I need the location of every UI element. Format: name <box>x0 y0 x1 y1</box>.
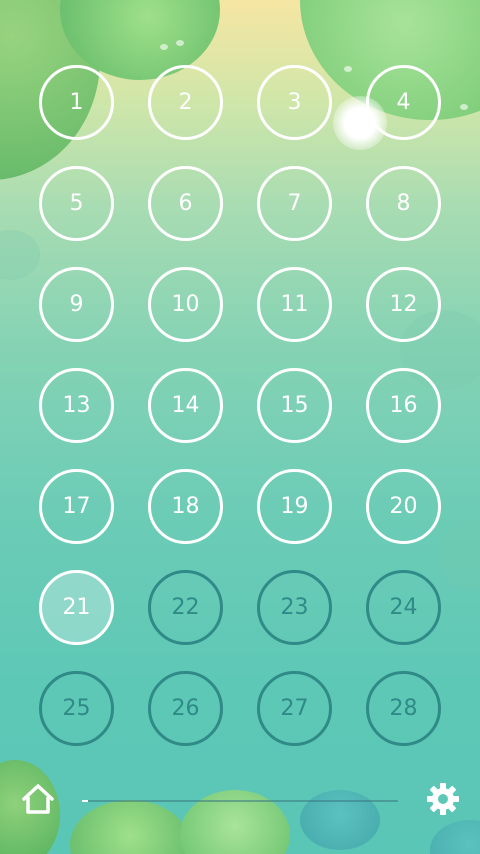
level-6-button[interactable]: 6 <box>148 166 223 241</box>
level-21-button[interactable]: 21 <box>39 570 114 645</box>
level-4-button[interactable]: 4 <box>366 65 441 140</box>
level-14-button[interactable]: 14 <box>148 368 223 443</box>
level-25-button[interactable]: 25 <box>39 671 114 746</box>
level-18-button[interactable]: 18 <box>148 469 223 544</box>
bottom-bar <box>0 775 480 825</box>
level-22-button[interactable]: 22 <box>148 570 223 645</box>
level-27-button[interactable]: 27 <box>257 671 332 746</box>
level-9-button[interactable]: 9 <box>39 267 114 342</box>
level-2-button[interactable]: 2 <box>148 65 223 140</box>
level-16-button[interactable]: 16 <box>366 368 441 443</box>
level-26-button[interactable]: 26 <box>148 671 223 746</box>
water-droplet <box>176 40 184 46</box>
level-12-button[interactable]: 12 <box>366 267 441 342</box>
level-7-button[interactable]: 7 <box>257 166 332 241</box>
level-20-button[interactable]: 20 <box>366 469 441 544</box>
water-droplet <box>460 104 468 110</box>
level-13-button[interactable]: 13 <box>39 368 114 443</box>
home-icon[interactable] <box>20 781 56 817</box>
level-10-button[interactable]: 10 <box>148 267 223 342</box>
level-17-button[interactable]: 17 <box>39 469 114 544</box>
level-23-button[interactable]: 23 <box>257 570 332 645</box>
level-15-button[interactable]: 15 <box>257 368 332 443</box>
gear-icon[interactable] <box>425 781 461 817</box>
progress-track <box>82 800 398 802</box>
level-19-button[interactable]: 19 <box>257 469 332 544</box>
water-droplet <box>160 44 168 50</box>
level-grid: 1 2 3 4 5 6 7 8 9 10 11 12 13 14 15 16 17 18 19 20 21 22 23 24 2… <box>39 65 441 746</box>
level-11-button[interactable]: 11 <box>257 267 332 342</box>
lily-pad <box>440 520 480 590</box>
lily-pad <box>0 230 40 280</box>
progress-fill <box>82 800 89 802</box>
level-3-button[interactable]: 3 <box>257 65 332 140</box>
level-5-button[interactable]: 5 <box>39 166 114 241</box>
level-1-button[interactable]: 1 <box>39 65 114 140</box>
level-24-button[interactable]: 24 <box>366 570 441 645</box>
level-28-button[interactable]: 28 <box>366 671 441 746</box>
level-8-button[interactable]: 8 <box>366 166 441 241</box>
lily-pad <box>430 820 480 854</box>
